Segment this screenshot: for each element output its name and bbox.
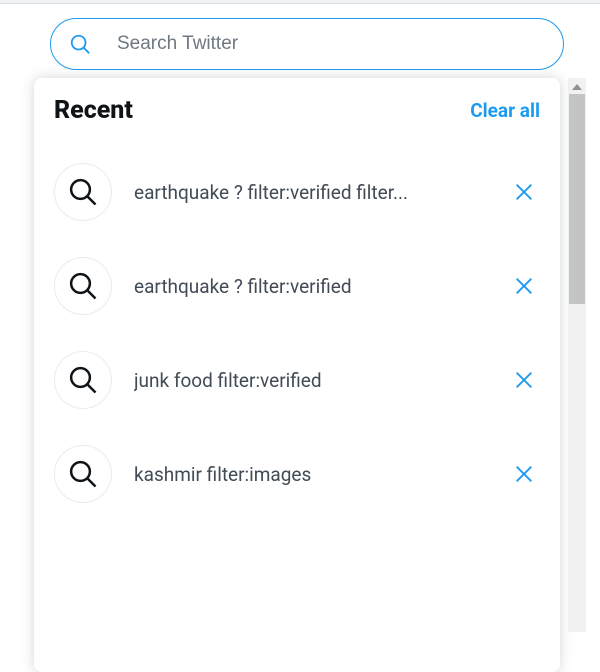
scrollbar-up-arrow-icon[interactable] [568,80,586,94]
search-icon [54,163,112,221]
recent-search-text: junk food filter:verified [134,369,508,392]
clear-all-button[interactable]: Clear all [470,99,540,122]
scrollbar[interactable] [568,78,586,632]
remove-button[interactable] [508,458,540,490]
recent-search-text: earthquake ? filter:verified [134,275,508,298]
search-dropdown: Recent Clear all earthquake ? filter:ver… [34,78,560,672]
search-bar[interactable] [50,18,564,70]
search-icon [54,257,112,315]
recent-heading: Recent [54,96,133,125]
recent-list: earthquake ? filter:verified filter... e… [34,135,560,521]
search-input[interactable] [117,33,545,55]
remove-button[interactable] [508,270,540,302]
recent-search-item[interactable]: earthquake ? filter:verified filter... [34,145,560,239]
scrollbar-thumb[interactable] [569,94,585,304]
recent-search-text: kashmir filter:images [134,463,508,486]
dropdown-header: Recent Clear all [34,78,560,135]
remove-button[interactable] [508,364,540,396]
recent-search-item[interactable]: earthquake ? filter:verified [34,239,560,333]
recent-search-text: earthquake ? filter:verified filter... [134,181,508,204]
recent-search-item[interactable]: junk food filter:verified [34,333,560,427]
search-icon [54,445,112,503]
recent-search-item[interactable]: kashmir filter:images [34,427,560,521]
search-icon [69,33,91,55]
remove-button[interactable] [508,176,540,208]
window-top-border [0,0,600,4]
close-icon [513,369,535,391]
close-icon [513,463,535,485]
search-icon [54,351,112,409]
close-icon [513,181,535,203]
close-icon [513,275,535,297]
